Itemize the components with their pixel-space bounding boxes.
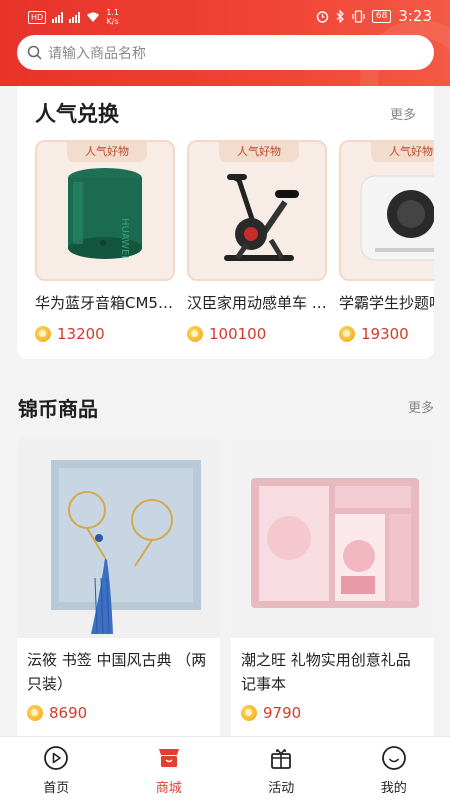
bookmark-set-image: [17, 438, 220, 638]
tab-activity[interactable]: 活动: [225, 737, 338, 800]
product-price: 19300: [339, 325, 434, 343]
product-image-speaker[interactable]: 人气好物 HUAWEI: [35, 140, 175, 281]
coin-icon: [187, 326, 203, 342]
popular-title: 人气兑换: [35, 102, 119, 126]
battery-icon: 68: [371, 9, 392, 23]
signal-icon: [52, 11, 64, 23]
bottom-tab-bar: 首页 商城 活动 我的: [0, 736, 450, 800]
popular-product-2[interactable]: 人气好物 汉臣家用动感单车 … 100100: [187, 140, 327, 343]
product-name: 学霸学生抄题吧: [339, 294, 434, 312]
coin-goods-more-link[interactable]: 更多: [408, 397, 434, 416]
product-name: 沄筱 书签 中国风古典 （两只装）: [27, 651, 207, 693]
coin-icon: [35, 326, 51, 342]
status-bar: HD 1.1 K/s 68 3:23: [0, 0, 450, 32]
tab-mine[interactable]: 我的: [338, 737, 450, 800]
hd-icon: HD: [28, 10, 47, 24]
product-name: 华为蓝牙音箱CM5…: [35, 294, 173, 312]
coin-icon: [27, 705, 43, 721]
product-image-bike[interactable]: 人气好物: [187, 140, 327, 281]
search-placeholder[interactable]: 请输入商品名称: [48, 43, 146, 63]
popular-section: 人气兑换 更多 人气好物 HUAWEI 华为蓝牙音箱CM5… 13200 人气好…: [17, 86, 434, 359]
notebook-gift-set-image: [231, 438, 434, 638]
popular-more-link[interactable]: 更多: [390, 104, 416, 123]
popular-product-1[interactable]: 人气好物 HUAWEI 华为蓝牙音箱CM5… 13200: [35, 140, 175, 343]
tab-label: 我的: [380, 781, 407, 796]
tab-label: 活动: [268, 781, 295, 796]
product-price: 100100: [187, 325, 327, 343]
status-time: 3:23: [398, 7, 432, 25]
price-value: 19300: [361, 325, 409, 343]
coin-icon: [339, 326, 355, 342]
wifi-icon: [87, 12, 100, 22]
tab-label: 商城: [155, 781, 182, 796]
smile-icon: [381, 746, 406, 770]
gift-icon: [271, 749, 292, 769]
product-price: 9790: [231, 696, 434, 730]
store-icon: [158, 749, 179, 767]
tab-mall[interactable]: 商城: [113, 737, 226, 800]
search-icon: [27, 45, 42, 60]
vibrate-icon: [352, 9, 365, 23]
coin-product-2[interactable]: 潮之旺 礼物实用创意礼品记事本 9790: [231, 438, 434, 738]
search-bar[interactable]: 请输入商品名称: [17, 35, 434, 70]
signal-icon-2: [69, 11, 81, 23]
product-image-notebook[interactable]: [231, 438, 434, 638]
speed-unit: K/s: [106, 17, 119, 26]
product-image-printer[interactable]: 人气好物: [339, 140, 434, 281]
exercise-bike-image: [224, 174, 299, 261]
price-value: 8690: [49, 704, 88, 722]
speed-value: 1.1: [106, 8, 119, 17]
coin-goods-title: 锦币商品: [18, 397, 98, 421]
svg-text:HUAWEI: HUAWEI: [119, 218, 130, 258]
play-circle-icon: [44, 746, 69, 770]
popular-product-3[interactable]: 人气好物 学霸学生抄题吧 19300: [339, 140, 434, 343]
bluetooth-icon: [336, 9, 344, 23]
product-image-bookmark[interactable]: [17, 438, 220, 638]
product-name: 潮之旺 礼物实用创意礼品记事本: [241, 651, 411, 693]
product-name: 汉臣家用动感单车 …: [187, 294, 327, 312]
price-value: 100100: [209, 325, 267, 343]
speaker-image: HUAWEI: [68, 168, 142, 259]
alarm-icon: [316, 10, 329, 23]
product-price: 13200: [35, 325, 175, 343]
price-value: 9790: [263, 704, 302, 722]
coin-icon: [241, 705, 257, 721]
header-banner: HD 1.1 K/s 68 3:23 请输入商品名称: [0, 0, 450, 86]
tab-home[interactable]: 首页: [0, 737, 113, 800]
product-price: 8690: [17, 696, 220, 730]
mini-printer-image: [360, 175, 434, 261]
price-value: 13200: [57, 325, 105, 343]
tab-label: 首页: [43, 781, 70, 796]
coin-product-1[interactable]: 沄筱 书签 中国风古典 （两只装） 8690: [17, 438, 220, 738]
battery-level: 68: [375, 10, 388, 21]
network-speed: 1.1 K/s: [106, 8, 119, 26]
